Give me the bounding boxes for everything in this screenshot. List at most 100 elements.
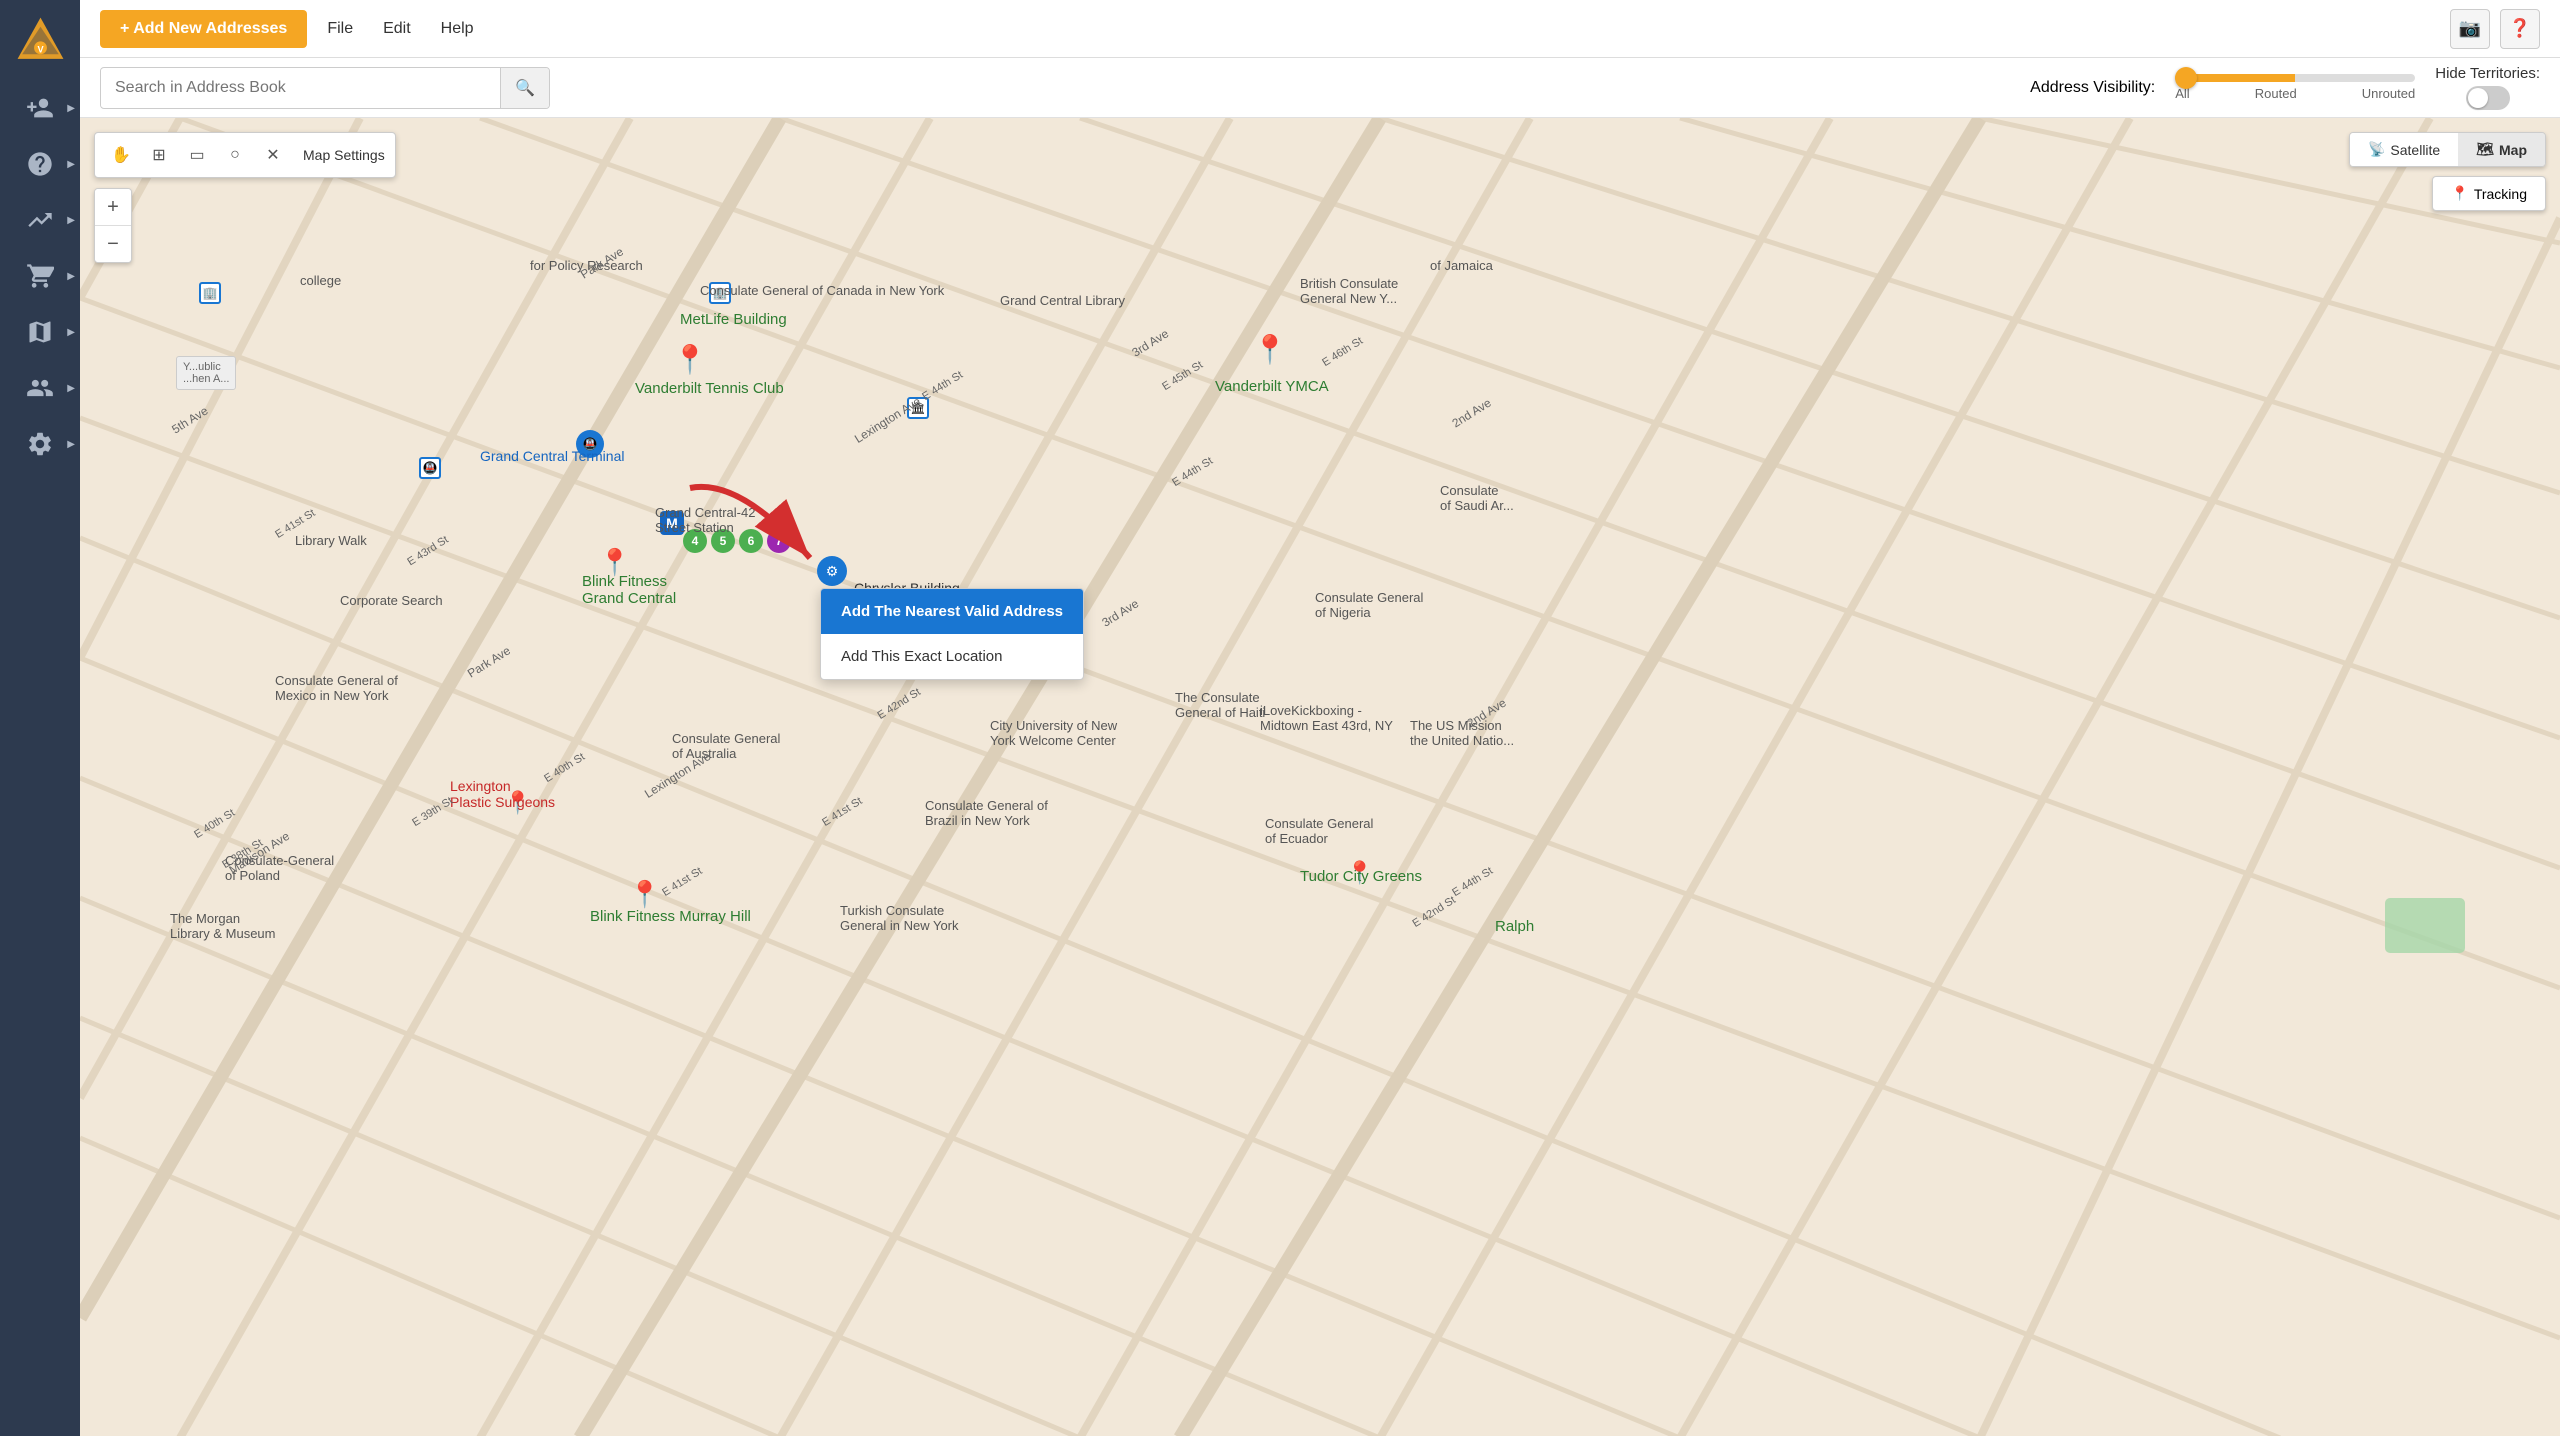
search-button[interactable]: 🔍 — [500, 68, 549, 108]
visibility-slider-track[interactable] — [2175, 74, 2415, 82]
sidebar-mini-panel: Y...ublic...hen A... — [176, 356, 236, 390]
sidebar-item-help[interactable]: ▶ — [0, 136, 80, 192]
tracking-icon: 📍 — [2451, 185, 2468, 202]
tudor-city-pin[interactable]: 📍 — [1346, 860, 1373, 886]
street-label-e40-mid: E 40th St — [542, 751, 587, 785]
satellite-view-button[interactable]: 📡 Satellite — [2350, 133, 2458, 166]
map-settings-label: Map Settings — [295, 147, 385, 163]
sidebar-item-analytics[interactable]: ▶ — [0, 192, 80, 248]
label-brazil-consulate: Consulate General ofBrazil in New York — [925, 798, 1048, 828]
grand-central-icon[interactable]: 🚇 — [576, 430, 604, 458]
square-tool-button[interactable]: ▭ — [181, 139, 213, 171]
label-nigeria-consulate: Consulate Generalof Nigeria — [1315, 590, 1423, 620]
label-city-university: City University of NewYork Welcome Cente… — [990, 718, 1117, 748]
map-area[interactable]: ✋ ⊞ ▭ ○ ✕ Map Settings + − 📡 Satellite — [80, 118, 2560, 1436]
label-morgan-library: The MorganLibrary & Museum — [170, 911, 275, 941]
street-label-e44-south: E 44th St — [1450, 865, 1495, 899]
sidebar-item-routes[interactable]: ▶ — [0, 304, 80, 360]
label-canada-consulate: Consulate General of Canada in New York — [700, 283, 944, 298]
hide-territories-toggle[interactable] — [2466, 86, 2510, 110]
lexington-plastic-pin[interactable]: 📍 — [504, 790, 531, 816]
map-toolbar: ✋ ⊞ ▭ ○ ✕ Map Settings — [94, 132, 396, 178]
camera-icon-button[interactable]: 📷 — [2450, 9, 2490, 49]
label-blink-murray: Blink Fitness Murray Hill — [590, 908, 751, 925]
edit-menu[interactable]: Edit — [383, 20, 411, 38]
street-label-3rd-ave-south: 3rd Ave — [1099, 596, 1141, 629]
blink-fitness-pin[interactable]: 📍 — [599, 547, 631, 578]
badge-5[interactable]: 5 — [711, 529, 735, 553]
street-label-2nd-ave-north: 2nd Ave — [1450, 396, 1494, 431]
label-library-walk: Library Walk — [295, 533, 367, 548]
label-vanderbilt-tennis: Vanderbilt Tennis Club — [635, 380, 784, 397]
layers-tool-button[interactable]: ⊞ — [143, 139, 175, 171]
add-new-addresses-button[interactable]: + Add New Addresses — [100, 10, 307, 48]
building-icon-1[interactable]: 🏢 — [199, 282, 221, 304]
topbar: + Add New Addresses File Edit Help 📷 ❓ — [80, 0, 2560, 58]
building-icon-4[interactable]: 🏢 — [709, 282, 731, 304]
street-label-5th-ave: 5th Ave — [169, 404, 210, 437]
street-label-e44-north: E 44th St — [920, 369, 965, 403]
label-grand-central-library: Grand Central Library — [1000, 293, 1125, 308]
map-icon: 🗺 — [2476, 141, 2494, 158]
search-input[interactable] — [101, 69, 500, 107]
add-nearest-address-button[interactable]: Add The Nearest Valid Address — [821, 589, 1083, 634]
context-menu: Add The Nearest Valid Address Add This E… — [820, 588, 1084, 680]
chrysler-target-icon[interactable]: ⚙ — [817, 556, 847, 586]
topbar-nav: File Edit Help — [327, 20, 473, 38]
help-icon-button[interactable]: ❓ — [2500, 9, 2540, 49]
metro-icon[interactable]: M — [660, 511, 684, 535]
address-visibility-label: Address Visibility: — [2030, 79, 2155, 97]
main-content: + Add New Addresses File Edit Help 📷 ❓ 🔍… — [80, 0, 2560, 1436]
map-view-button[interactable]: 🗺 Map — [2458, 133, 2545, 166]
vanderbilt-ymca-pin[interactable]: 📍 — [1253, 333, 1288, 366]
label-kickboxing: iLoveKickboxing -Midtown East 43rd, NY — [1260, 703, 1393, 733]
zoom-out-button[interactable]: − — [95, 226, 131, 262]
add-exact-location-button[interactable]: Add This Exact Location — [821, 634, 1083, 679]
tracking-button[interactable]: 📍 Tracking — [2432, 176, 2546, 211]
street-label-e41: E 41st St — [820, 795, 864, 829]
close-tool-button[interactable]: ✕ — [257, 139, 289, 171]
label-british-consulate: British ConsulateGeneral New Y... — [1300, 276, 1398, 306]
sidebar: V ▶ ▶ ▶ ▶ ▶ ▶ ▶ — [0, 0, 80, 1436]
search-box: 🔍 — [100, 67, 550, 109]
label-mexico-consulate: Consulate General ofMexico in New York — [275, 673, 398, 703]
street-label-lex-ave-north: Lexington Ave — [852, 394, 923, 446]
slider-labels: All Routed Unrouted — [2175, 86, 2415, 101]
street-label-3rd-ave-north: 3rd Ave — [1129, 326, 1171, 359]
sidebar-item-cart[interactable]: ▶ — [0, 248, 80, 304]
label-us-mission: The US Missionthe United Natio... — [1410, 718, 1514, 748]
street-label-e39: E 39th St — [410, 795, 455, 829]
sidebar-item-settings[interactable]: ▶ — [0, 416, 80, 472]
blink-fitness-murray-pin[interactable]: 📍 — [629, 879, 661, 910]
map-canvas[interactable]: ✋ ⊞ ▭ ○ ✕ Map Settings + − 📡 Satellite — [80, 118, 2560, 1436]
badge-7[interactable]: 7 — [767, 529, 791, 553]
label-jamaica: of Jamaica — [1430, 258, 1493, 273]
label-vanderbilt-ymca: Vanderbilt YMCA — [1215, 378, 1329, 395]
topbar-icons: 📷 ❓ — [2450, 9, 2540, 49]
building-icon-2[interactable]: 🚇 — [419, 457, 441, 479]
street-label-lex-ave-south: Lexington Ave — [642, 749, 713, 801]
sidebar-item-add-person[interactable]: ▶ — [0, 80, 80, 136]
zoom-in-button[interactable]: + — [95, 189, 131, 225]
label-turkish-consulate: Turkish ConsulateGeneral in New York — [840, 903, 959, 933]
badge-4[interactable]: 4 — [683, 529, 707, 553]
slider-label-unrouted: Unrouted — [2362, 86, 2415, 101]
label-ralph: Ralph — [1495, 918, 1534, 935]
hand-tool-button[interactable]: ✋ — [105, 139, 137, 171]
label-ecuador-consulate: Consulate Generalof Ecuador — [1265, 816, 1373, 846]
street-label-e45: E 45th St — [1160, 359, 1205, 393]
hide-territories-section: Hide Territories: — [2435, 65, 2540, 110]
street-label-e42-south: E 42nd St — [1410, 894, 1457, 930]
map-view-toggle: 📡 Satellite 🗺 Map — [2349, 132, 2546, 167]
badge-6[interactable]: 6 — [739, 529, 763, 553]
circle-tool-button[interactable]: ○ — [219, 139, 251, 171]
search-area: 🔍 Address Visibility: All Routed Unroute… — [80, 58, 2560, 118]
sidebar-item-people[interactable]: ▶ — [0, 360, 80, 416]
street-label-e41-left: E 41st St — [273, 507, 317, 541]
toggle-thumb — [2468, 88, 2488, 108]
app-logo[interactable]: V — [10, 10, 70, 70]
vanderbilt-tennis-pin[interactable]: 📍 — [673, 343, 708, 376]
street-label-e40-far-left: E 40th St — [192, 807, 237, 841]
help-menu[interactable]: Help — [441, 20, 474, 38]
file-menu[interactable]: File — [327, 20, 353, 38]
